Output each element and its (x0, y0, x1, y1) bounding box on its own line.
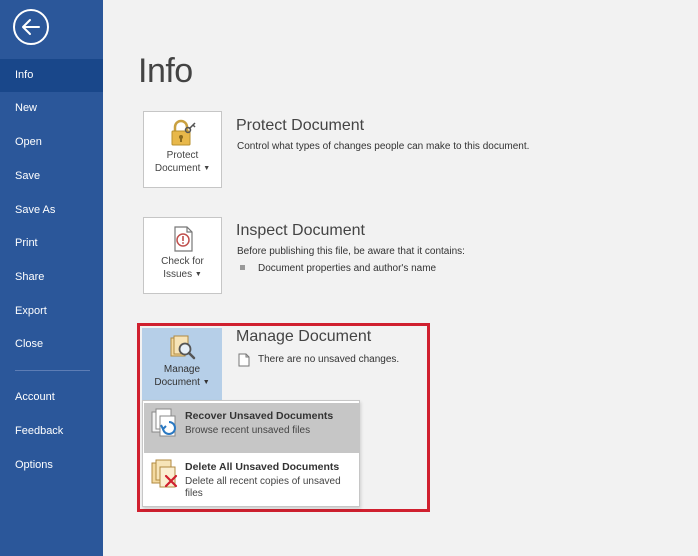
nav-close[interactable]: Close (0, 328, 103, 361)
bullet-marker (240, 265, 245, 270)
document-check-icon (169, 225, 197, 257)
nav-options[interactable]: Options (0, 449, 103, 482)
nav-print[interactable]: Print (0, 227, 103, 260)
delete-all-unsaved-title: Delete All Unsaved Documents (185, 461, 340, 473)
manage-document-label: Manage Document ▼ (154, 364, 210, 388)
inspect-document-description: Before publishing this file, be aware th… (237, 246, 465, 257)
recover-unsaved-description: Browse recent unsaved files (185, 425, 311, 436)
check-for-issues-button[interactable]: Check for Issues ▼ (143, 217, 222, 294)
manage-document-title: Manage Document (236, 328, 372, 345)
nav-save[interactable]: Save (0, 160, 103, 193)
inspect-bullet-item: Document properties and author's name (258, 263, 437, 274)
manage-document-dropdown: Recover Unsaved Documents Browse recent … (142, 400, 360, 507)
lock-key-icon (168, 119, 198, 151)
manage-document-status: There are no unsaved changes. (258, 354, 400, 365)
manage-document-button[interactable]: Manage Document ▼ (142, 328, 222, 400)
chevron-down-icon: ▼ (194, 271, 202, 278)
recover-unsaved-documents-item[interactable]: Recover Unsaved Documents Browse recent … (144, 403, 359, 453)
nav-open[interactable]: Open (0, 126, 103, 159)
nav-info[interactable]: Info (0, 59, 103, 92)
chevron-down-icon: ▼ (202, 379, 210, 386)
backstage-sidebar: Info New Open Save Save As Print Share E… (0, 0, 103, 556)
nav-save-as[interactable]: Save As (0, 194, 103, 227)
nav-divider (15, 370, 90, 371)
protect-document-description: Control what types of changes people can… (237, 141, 530, 152)
nav-share[interactable]: Share (0, 261, 103, 294)
protect-document-title: Protect Document (236, 117, 365, 134)
page-title: Info (138, 52, 193, 90)
delete-all-unsaved-description: Delete all recent copies of unsaved file… (185, 476, 341, 499)
nav-feedback[interactable]: Feedback (0, 415, 103, 448)
protect-document-button[interactable]: Protect Document ▼ (143, 111, 222, 188)
check-for-issues-label: Check for Issues ▼ (161, 256, 204, 280)
protect-document-label: Protect Document ▼ (154, 150, 211, 174)
back-arrow-icon[interactable] (13, 9, 49, 45)
document-small-icon (238, 353, 250, 372)
inspect-document-title: Inspect Document (236, 222, 365, 239)
document-recover-icon (150, 408, 180, 445)
recover-unsaved-title: Recover Unsaved Documents (185, 410, 334, 422)
delete-all-unsaved-documents-item[interactable]: Delete All Unsaved Documents Delete all … (144, 454, 359, 506)
nav-account[interactable]: Account (0, 381, 103, 414)
chevron-down-icon: ▼ (203, 165, 211, 172)
nav-export[interactable]: Export (0, 295, 103, 328)
nav-new[interactable]: New (0, 92, 103, 125)
document-magnifier-icon (168, 334, 196, 366)
document-delete-icon (150, 459, 180, 496)
